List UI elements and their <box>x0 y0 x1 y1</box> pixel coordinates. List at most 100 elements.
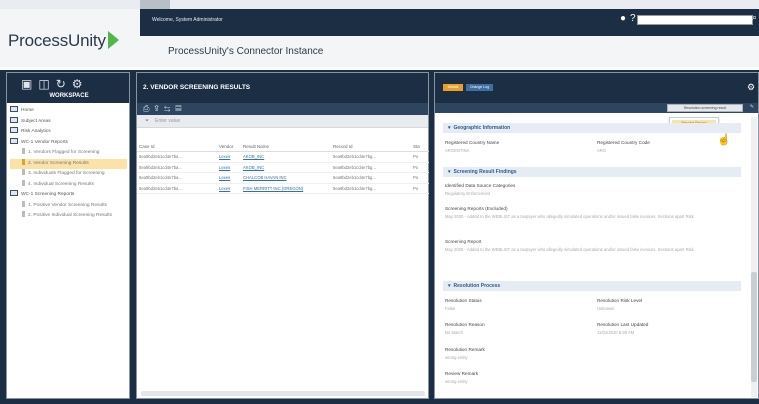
field-value: Regulatory Enforcement <box>445 191 491 196</box>
col-header[interactable]: Result Name <box>241 142 331 152</box>
result-link[interactable]: AKOB_INC <box>241 151 331 163</box>
tree-label: 2. Vendor Screening Results <box>28 160 89 166</box>
tree-item-report-selected[interactable]: 2. Vendor Screening Results <box>10 158 127 169</box>
tree-item-report[interactable]: 3. Individuals Flagged for Screening <box>10 169 127 180</box>
cell: Po <box>411 162 429 173</box>
table-row[interactable]: 5ea9bd2eb1cd4e7ba... Lexes AKOB_INC 5ea9… <box>137 162 429 173</box>
refresh-icon[interactable]: ↻ <box>56 77 72 91</box>
filter-icon[interactable]: ⏷ <box>145 118 149 124</box>
report-icon <box>22 179 25 186</box>
scrollbar-thumb[interactable] <box>751 272 757 382</box>
tree-item-report[interactable]: 1. Vendors Flagged for Screening <box>10 148 127 159</box>
search-icon[interactable]: ⌕ <box>752 12 757 23</box>
filter-input[interactable]: Enter value <box>155 118 180 124</box>
divider <box>0 67 759 70</box>
tree-item-report[interactable]: 4. Individual Screening Results <box>10 179 127 191</box>
section-findings[interactable]: ▾ Screening Result Findings <box>443 167 741 177</box>
result-link[interactable]: AKOB_INC <box>241 162 331 173</box>
chart-icon[interactable]: ◫ <box>38 77 55 91</box>
field-label: Screening Report <box>445 239 482 244</box>
edit-icon[interactable]: ✎ <box>750 104 754 110</box>
workspace-tree: Home Subject Areas Risk Analytics WC-1 V… <box>7 103 129 222</box>
cell: 5ea9bd2eb1cd4e7bg... <box>331 162 411 173</box>
field-label: Resolution Remark <box>445 347 485 352</box>
caret-down-icon: ▾ <box>448 125 451 131</box>
browser-tab[interactable] <box>140 0 170 9</box>
col-header[interactable]: Sta <box>411 142 429 152</box>
report-icon <box>22 211 25 217</box>
inbox-icon[interactable]: ▣ <box>21 77 38 91</box>
tree-item-vendor-reports[interactable]: WC-1 Vendor Reports <box>10 137 127 149</box>
cell: Po <box>411 172 429 184</box>
tree-item-report[interactable]: 2. Positive Individual Screening Results <box>10 211 127 222</box>
tree-label: 3. Individuals Flagged for Screening <box>28 171 105 176</box>
cell: 5ea9bd2eb1cd4e7bg... <box>331 172 411 184</box>
col-header[interactable]: Record Id <box>331 142 411 152</box>
table-row[interactable]: 5ea9bd2eb1cd4e7ba... Lexes AKOB_INC 5ea9… <box>137 151 429 163</box>
section-title: Resolution Process <box>453 283 501 289</box>
cell: Po <box>411 151 429 163</box>
vendor-link[interactable]: Lexes <box>217 183 241 194</box>
cell: 5ea9bd2eb1cd4e7bg... <box>331 183 411 194</box>
horizontal-scrollbar[interactable] <box>141 391 425 396</box>
cell: 5ea9bd2eb1cd4e7ba... <box>137 162 217 173</box>
workspace-icons: ▣◫↻⚙ <box>21 77 89 91</box>
settings-icon[interactable]: ⚙ <box>72 77 89 91</box>
section-title: Screening Result Findings <box>453 169 517 175</box>
tree-item-report[interactable]: 1. Positive Vendor Screening Results <box>10 200 127 212</box>
detail-header: Details Change Log ⚙ <box>435 73 758 103</box>
app-logo[interactable]: ProcessUnity <box>8 31 119 51</box>
table-header-row: Case Id Vendor Result Name Record Id Sta <box>137 142 429 152</box>
gear-icon[interactable]: ⚙ <box>747 82 755 93</box>
table-row[interactable]: 5ea9bd2eb1cd4e7ba... Lexes FISH MERRITT … <box>137 183 429 194</box>
vendor-link[interactable]: Lexes <box>217 172 241 184</box>
tree-label: 4. Individual Screening Results <box>28 181 94 187</box>
field-value: Unknown <box>597 306 615 311</box>
tree-item-risk-analytics[interactable]: Risk Analytics <box>10 127 127 138</box>
tree-label: WC-1 Vendor Reports <box>21 139 68 145</box>
section-geographic[interactable]: ▾ Geographic Information <box>443 123 741 133</box>
field-label: Review Remark <box>445 371 479 376</box>
field-label: Registered Country Code <box>597 140 650 145</box>
field-value: May 2020 - Added to the WEBLIST as a tax… <box>445 214 695 219</box>
details-badge[interactable]: Details <box>443 84 463 91</box>
vendor-link[interactable]: Lexes <box>217 162 241 173</box>
tree-item-subject-areas[interactable]: Subject Areas <box>10 116 127 128</box>
folder-icon <box>10 127 18 133</box>
change-log-badge[interactable]: Change Log <box>466 84 493 91</box>
report-panel: 2. VENDOR SCREENING RESULTS ⎙⇪⇆▤ ⏷ Enter … <box>136 72 429 399</box>
field-value: May 2020 - Added to the WEBLIST as a tax… <box>445 247 695 252</box>
caret-down-icon: ▾ <box>448 169 451 175</box>
cell: 5ea9bd2eb1cd4e7ba... <box>137 151 217 163</box>
field-value: ARGENTINA <box>445 148 470 153</box>
section-resolution[interactable]: ▾ Resolution Process <box>443 281 741 291</box>
field-label: Resolution Status <box>445 298 482 303</box>
resolution-tooltip: Resolution screening result <box>667 104 743 112</box>
tree-item-home[interactable]: Home <box>10 106 127 117</box>
print-icon[interactable]: ⎙ <box>143 104 154 113</box>
document-icon[interactable]: ▤ <box>175 104 186 113</box>
tree-label: Risk Analytics <box>21 129 51 134</box>
report-icon <box>22 200 25 207</box>
field-label: Resolution Risk Level <box>597 298 643 303</box>
table-row[interactable]: 5ea9bd2eb1cd4e7ba... Lexes CHALCOB HAVAN… <box>137 172 429 184</box>
result-link[interactable]: CHALCOB HAVAN INC <box>241 172 331 184</box>
caret-down-icon: ▾ <box>448 283 451 289</box>
vertical-scrollbar[interactable] <box>751 117 757 397</box>
tree-label: WC-1 Screening Reports <box>21 192 75 197</box>
share-icon[interactable]: ⇆ <box>164 104 175 113</box>
export-icon[interactable]: ⇪ <box>154 104 164 113</box>
report-icon <box>22 148 25 154</box>
search-input[interactable] <box>637 15 753 25</box>
section-title: Geographic Information <box>453 125 511 131</box>
col-header[interactable]: Vendor <box>217 142 241 152</box>
logo-mark-icon <box>107 31 119 49</box>
col-header[interactable]: Case Id <box>137 142 217 152</box>
vendor-link[interactable]: Lexes <box>217 151 241 163</box>
workspace-panel: ▣◫↻⚙ WORKSPACE Home Subject Areas Risk A… <box>6 72 130 399</box>
workspace-header: ▣◫↻⚙ WORKSPACE <box>7 73 129 103</box>
tree-item-screening-reports[interactable]: WC-1 Screening Reports <box>10 190 127 201</box>
user-icon[interactable]: ● <box>620 13 630 24</box>
result-link[interactable]: FISH MERRITT INC (OREGON) <box>241 183 331 194</box>
filter-bar[interactable]: ⏷ Enter value <box>137 115 428 128</box>
